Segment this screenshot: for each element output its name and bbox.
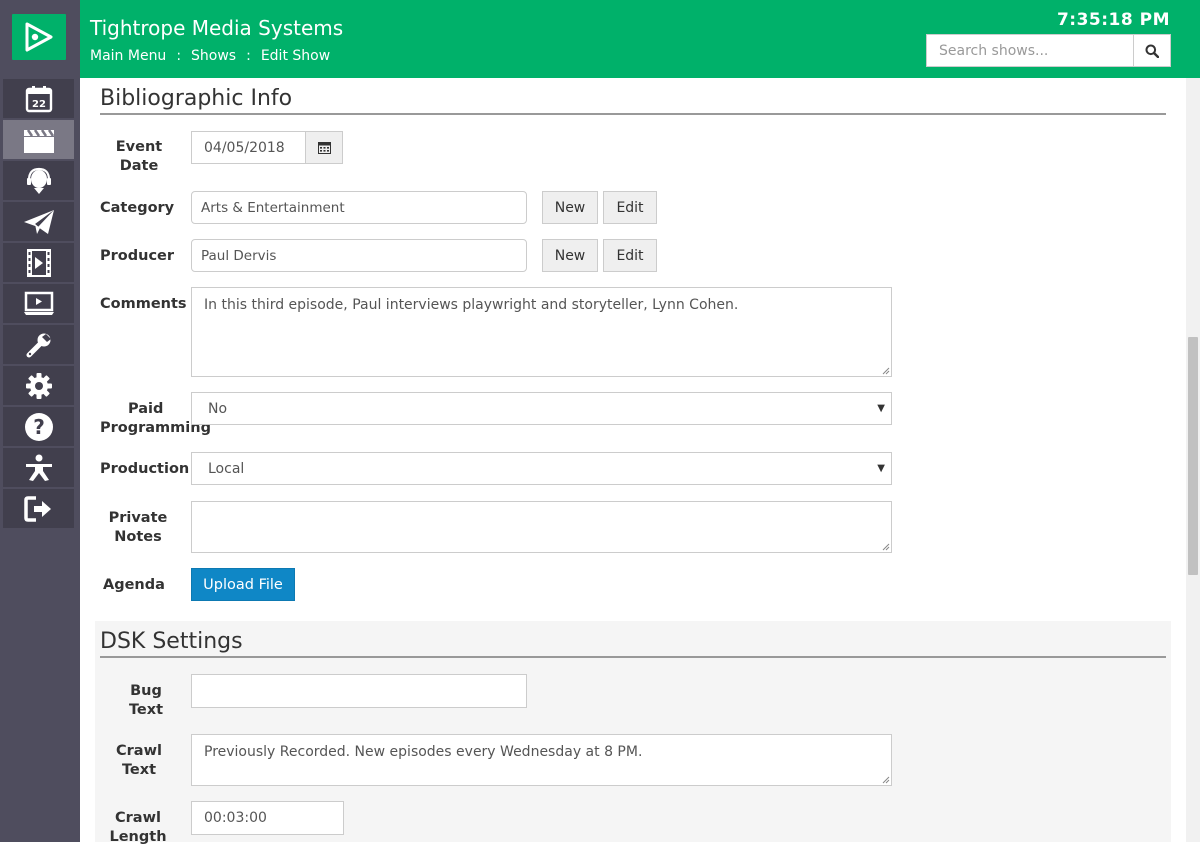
crawl-text-textarea[interactable]: Previously Recorded. New episodes every … (191, 734, 892, 786)
calendar-icon: 22 (25, 85, 52, 112)
resize-grip-icon[interactable] (881, 366, 890, 375)
comments-text: In this third episode, Paul interviews p… (204, 297, 739, 313)
calendar-badge: 22 (32, 99, 46, 110)
upload-file-button[interactable]: Upload File (191, 568, 295, 601)
top-header: Tightrope Media Systems Main Menu : Show… (80, 0, 1200, 78)
headset-icon (26, 167, 51, 194)
paid-programming-label: Paid Programming (100, 400, 211, 438)
breadcrumb-separator: : (176, 48, 182, 64)
event-date-label-line2: Date (119, 158, 159, 174)
sidebar-item-display[interactable] (3, 284, 74, 323)
search-icon (1145, 44, 1159, 58)
app-title: Tightrope Media Systems (90, 16, 344, 40)
dropdown-caret-icon: ▼ (877, 463, 885, 474)
sidebar-item-settings[interactable] (3, 366, 74, 405)
category-input[interactable]: Arts & Entertainment (191, 191, 527, 224)
category-label: Category (100, 200, 175, 216)
category-edit-button[interactable]: Edit (603, 191, 657, 224)
private-notes-label: Private Notes (100, 509, 176, 547)
resize-grip-icon[interactable] (881, 775, 890, 784)
clock: 7:35:18 PM (1056, 10, 1170, 30)
sidebar-item-help[interactable]: ? (3, 407, 74, 446)
breadcrumb-shows[interactable]: Shows (191, 48, 236, 64)
sidebar-item-video[interactable] (3, 243, 74, 282)
private-label-line1: Private (108, 510, 168, 526)
comments-label: Comments (100, 296, 187, 312)
sidebar-item-shows[interactable] (3, 120, 74, 159)
bug-label-line1: Bug (130, 683, 162, 699)
sidebar-item-send[interactable] (3, 202, 74, 241)
breadcrumb: Main Menu : Shows : Edit Show (90, 48, 330, 64)
crawl-length-label-line2: Length (109, 829, 167, 845)
wrench-icon (26, 333, 51, 357)
production-value: Local (208, 460, 245, 477)
production-select[interactable]: Local ▼ (191, 452, 892, 485)
sidebar-nav: 22 ? (3, 79, 75, 530)
question-icon: ? (24, 412, 53, 441)
comments-textarea[interactable]: In this third episode, Paul interviews p… (191, 287, 892, 377)
paid-label-line1: Paid (128, 401, 164, 417)
paid-programming-value: No (208, 400, 228, 417)
bug-text-input[interactable] (191, 674, 527, 708)
producer-input[interactable]: Paul Dervis (191, 239, 527, 272)
paper-plane-icon (23, 209, 54, 234)
bug-text-label: Bug Text (112, 682, 180, 720)
clapperboard-icon (23, 128, 54, 153)
dropdown-caret-icon: ▼ (877, 403, 885, 414)
search-bar (926, 34, 1171, 67)
sidebar-item-accessibility[interactable] (3, 448, 74, 487)
category-new-button[interactable]: New (542, 191, 598, 224)
breadcrumb-edit-show[interactable]: Edit Show (261, 48, 330, 64)
breadcrumb-main-menu[interactable]: Main Menu (90, 48, 166, 64)
production-label: Production (100, 461, 190, 477)
sign-out-icon (23, 495, 51, 522)
sidebar-item-logout[interactable] (3, 489, 74, 528)
paid-programming-select[interactable]: No ▼ (191, 392, 892, 425)
producer-new-button[interactable]: New (542, 239, 598, 272)
event-date-label: Event Date (104, 138, 174, 176)
crawl-length-input[interactable]: 00:03:00 (191, 801, 344, 835)
gear-icon (25, 372, 52, 399)
calendar-small-icon (317, 142, 331, 154)
breadcrumb-separator: : (246, 48, 251, 64)
producer-edit-button[interactable]: Edit (603, 239, 657, 272)
svg-text:?: ? (33, 415, 45, 439)
app-logo[interactable] (12, 14, 66, 60)
search-button[interactable] (1133, 34, 1171, 67)
private-label-line2: Notes (114, 529, 162, 545)
film-icon (26, 248, 51, 277)
crawl-label-line2: Text (121, 762, 157, 778)
sidebar-item-calendar[interactable]: 22 (3, 79, 74, 118)
crawl-label-line1: Crawl (116, 743, 162, 759)
crawl-text-label: Crawl Text (106, 742, 172, 780)
date-picker-button[interactable] (305, 131, 343, 164)
producer-label: Producer (100, 248, 175, 264)
agenda-label: Agenda (103, 577, 165, 593)
event-date-input[interactable]: 04/05/2018 (191, 131, 306, 164)
section-heading-bibliographic: Bibliographic Info (100, 86, 1166, 115)
sidebar: 22 ? (0, 0, 80, 842)
scrollbar-thumb[interactable] (1188, 337, 1198, 575)
bug-label-line2: Text (128, 702, 164, 718)
crawl-length-label: Crawl Length (104, 809, 172, 847)
private-notes-textarea[interactable] (191, 501, 892, 553)
section-heading-dsk: DSK Settings (100, 629, 1166, 658)
event-date-label-line1: Event (115, 139, 163, 155)
crawl-length-label-line1: Crawl (115, 810, 161, 826)
paid-label-line2: Programming (100, 420, 211, 436)
sidebar-item-hosts[interactable] (3, 161, 74, 200)
sidebar-item-tools[interactable] (3, 325, 74, 364)
play-logo-icon (25, 22, 53, 52)
crawl-text: Previously Recorded. New episodes every … (204, 744, 643, 760)
resize-grip-icon[interactable] (881, 542, 890, 551)
monitor-play-icon (23, 291, 54, 315)
search-input[interactable] (926, 34, 1133, 67)
person-icon (25, 454, 52, 481)
